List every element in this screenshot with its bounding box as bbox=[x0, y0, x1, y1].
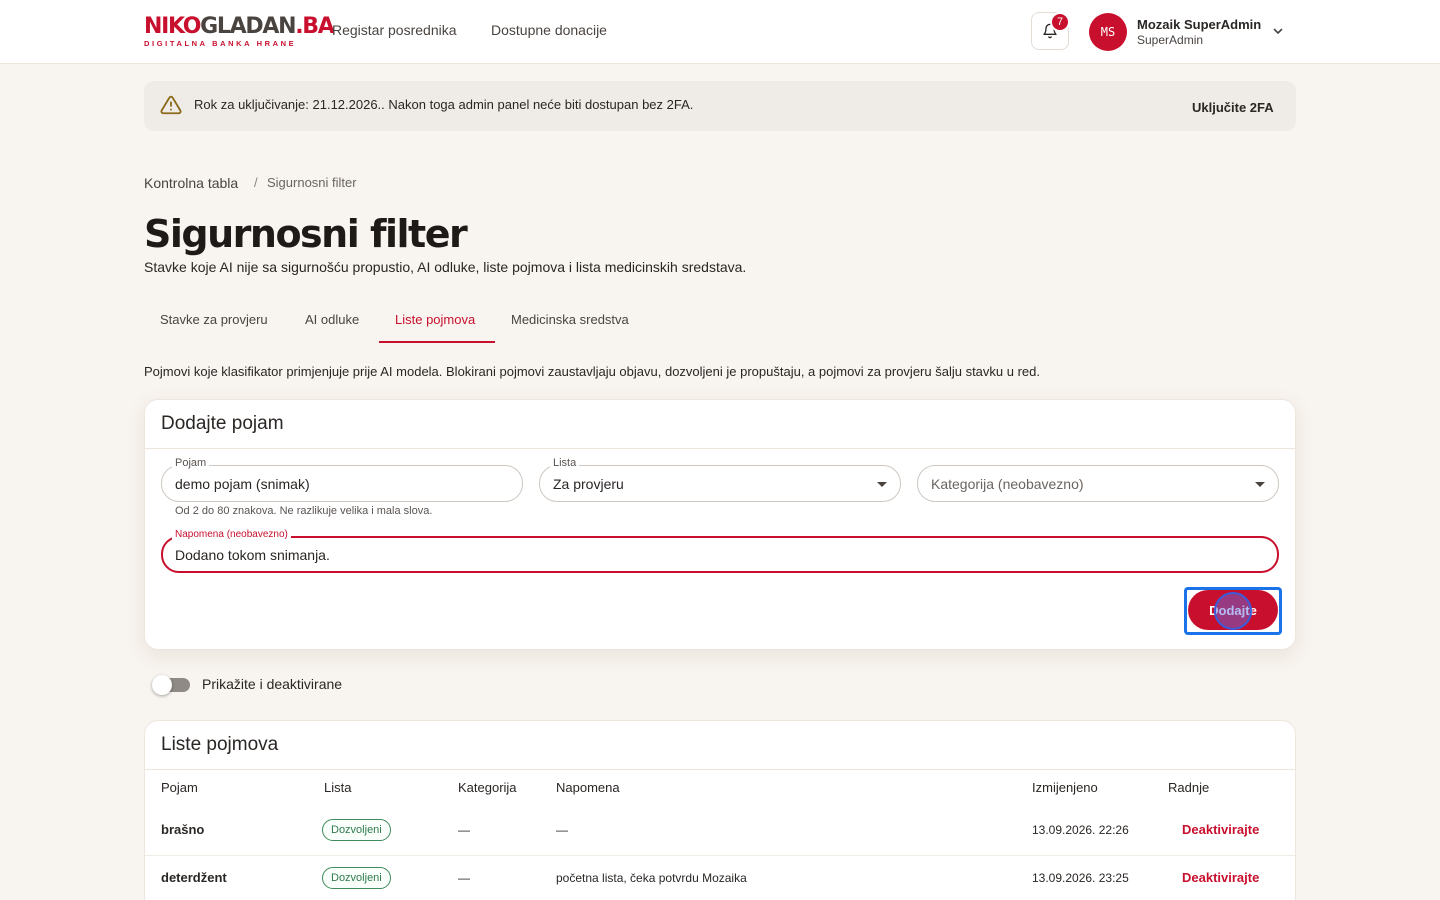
page-title: Sigurnosni filter bbox=[144, 212, 468, 256]
logo-part-1: NIKO bbox=[144, 14, 201, 39]
column-header-izmijenjeno[interactable]: Izmijenjeno bbox=[1032, 780, 1098, 795]
dropdown-caret-icon bbox=[1255, 482, 1265, 487]
row-category: — bbox=[458, 871, 470, 885]
logo-wordmark: NIKOGLADAN.BA bbox=[144, 14, 335, 39]
intro-text: Pojmovi koje klasifikator primjenjuje pr… bbox=[144, 364, 1040, 379]
term-hint: Od 2 do 80 znakova. Ne razlikuje velika … bbox=[175, 505, 433, 517]
chevron-down-icon[interactable] bbox=[1272, 25, 1284, 37]
top-header: NIKOGLADAN.BA DIGITALNA BANKA HRANE Regi… bbox=[0, 0, 1440, 64]
note-value: Dodano tokom snimanja. bbox=[175, 547, 330, 563]
user-name[interactable]: Mozaik SuperAdmin bbox=[1137, 17, 1261, 32]
logo-part-3: .BA bbox=[295, 14, 335, 39]
column-header-radnje: Radnje bbox=[1168, 780, 1210, 795]
add-term-title: Dodajte pojam bbox=[161, 413, 284, 434]
user-role: SuperAdmin bbox=[1137, 33, 1204, 47]
nav-link-registar-posrednika[interactable]: Registar posrednika bbox=[332, 22, 457, 38]
note-label: Napomena (neobavezno) bbox=[172, 529, 291, 540]
logo[interactable]: NIKOGLADAN.BA DIGITALNA BANKA HRANE bbox=[144, 14, 335, 49]
column-header-kategorija[interactable]: Kategorija bbox=[458, 780, 517, 795]
breadcrumb-home[interactable]: Kontrolna tabla bbox=[144, 175, 238, 191]
list-badge-dozvoljeni: Dozvoljeni bbox=[322, 867, 391, 889]
card-divider bbox=[145, 448, 1295, 449]
row-note: — bbox=[556, 823, 568, 837]
card-divider bbox=[145, 769, 1295, 770]
avatar[interactable]: MS bbox=[1089, 13, 1127, 51]
row-divider bbox=[145, 855, 1295, 856]
breadcrumb-separator: / bbox=[254, 175, 258, 190]
logo-tagline: DIGITALNA BANKA HRANE bbox=[144, 39, 297, 48]
tab-ai-odluke[interactable]: AI odluke bbox=[305, 312, 359, 327]
alert-text: Rok za uključivanje: 21.12.2026.. Nakon … bbox=[194, 97, 694, 112]
row-modified: 13.09.2026. 22:26 bbox=[1032, 823, 1129, 837]
toggle-knob[interactable] bbox=[152, 675, 172, 695]
enable-2fa-link[interactable]: Uključite 2FA bbox=[1192, 100, 1274, 115]
tab-medicinska-sredstva[interactable]: Medicinska sredstva bbox=[511, 312, 629, 327]
active-tab-indicator bbox=[379, 341, 495, 343]
page-subtitle: Stavke koje AI nije sa sigurnošću propus… bbox=[144, 259, 747, 275]
breadcrumb-current: Sigurnosni filter bbox=[267, 175, 357, 190]
column-header-pojam[interactable]: Pojam bbox=[161, 780, 198, 795]
row-note: početna lista, čeka potvrdu Mozaika bbox=[556, 871, 747, 885]
column-header-lista[interactable]: Lista bbox=[324, 780, 351, 795]
add-term-card bbox=[144, 399, 1296, 650]
notification-count-badge: 7 bbox=[1050, 12, 1070, 32]
deactivate-button[interactable]: Deaktivirajte bbox=[1182, 822, 1259, 837]
deactivate-button[interactable]: Deaktivirajte bbox=[1182, 870, 1259, 885]
category-placeholder: Kategorija (neobavezno) bbox=[931, 476, 1084, 492]
nav-link-dostupne-donacije[interactable]: Dostupne donacije bbox=[491, 22, 607, 38]
dropdown-caret-icon bbox=[877, 482, 887, 487]
list-badge-dozvoljeni: Dozvoljeni bbox=[322, 819, 391, 841]
term-value: demo pojam (snimak) bbox=[175, 476, 310, 492]
row-term: brašno bbox=[161, 822, 205, 837]
list-value: Za provjeru bbox=[553, 476, 624, 492]
term-label: Pojam bbox=[172, 457, 210, 469]
terms-table-title: Liste pojmova bbox=[161, 734, 279, 755]
add-term-button[interactable]: Dodajte bbox=[1188, 590, 1278, 630]
logo-part-2: GLADAN bbox=[200, 14, 296, 39]
show-deactivated-label: Prikažite i deaktivirane bbox=[202, 676, 343, 692]
list-label: Lista bbox=[550, 457, 580, 469]
tab-stavke-za-provjeru[interactable]: Stavke za provjeru bbox=[160, 312, 268, 327]
column-header-napomena[interactable]: Napomena bbox=[556, 780, 620, 795]
warning-icon bbox=[160, 95, 182, 115]
row-category: — bbox=[458, 823, 470, 837]
row-term: deterdžent bbox=[161, 870, 227, 885]
tab-liste-pojmova[interactable]: Liste pojmova bbox=[395, 312, 475, 327]
row-modified: 13.09.2026. 23:25 bbox=[1032, 871, 1129, 885]
